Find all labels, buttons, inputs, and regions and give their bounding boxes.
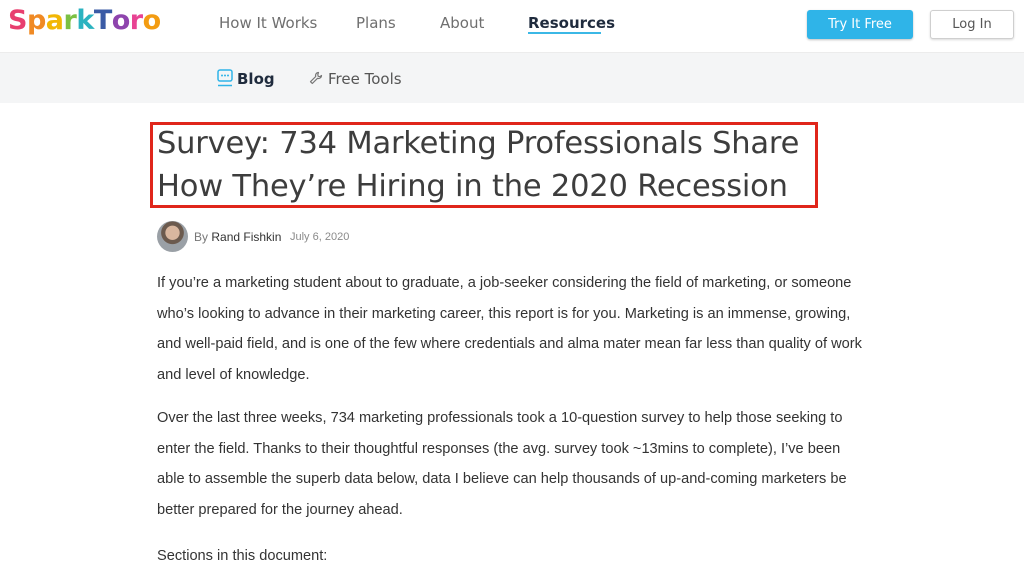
logo-letter: r	[129, 5, 143, 36]
chat-bubble-icon	[217, 69, 233, 92]
logo-letter: k	[76, 5, 94, 36]
wrench-icon	[309, 71, 323, 90]
byline: By Rand Fishkin	[194, 230, 281, 244]
publish-date: July 6, 2020	[290, 231, 350, 243]
logo-letter: p	[26, 5, 46, 36]
subnav-free-tools[interactable]: Free Tools	[328, 70, 402, 88]
logo-letter: T	[93, 5, 112, 36]
logo-letter: S	[8, 5, 27, 36]
top-navigation: SparkToro How It Works Plans About Resou…	[0, 0, 1024, 52]
author-name[interactable]: Rand Fishkin	[211, 230, 281, 244]
logo-letter: o	[111, 5, 131, 36]
nav-resources[interactable]: Resources	[528, 14, 615, 32]
article-paragraph: If you’re a marketing student about to g…	[157, 275, 862, 383]
logo-letter: a	[45, 5, 64, 36]
byline-by: By	[194, 230, 209, 244]
article-paragraph: Over the last three weeks, 734 marketing…	[157, 410, 847, 518]
resources-subnav: Blog Free Tools	[0, 52, 1024, 103]
try-it-free-button[interactable]: Try It Free	[807, 10, 913, 39]
subnav-blog[interactable]: Blog	[237, 70, 275, 88]
nav-plans[interactable]: Plans	[356, 14, 396, 32]
logo-letter: r	[63, 5, 77, 36]
nav-about[interactable]: About	[440, 14, 484, 32]
article-title: Survey: 734 Marketing Professionals Shar…	[157, 126, 800, 204]
sparktoro-logo[interactable]: SparkToro	[8, 5, 161, 36]
nav-how-it-works[interactable]: How It Works	[219, 14, 317, 32]
logo-letter: o	[142, 5, 162, 36]
sections-label: Sections in this document:	[157, 548, 328, 564]
author-avatar[interactable]	[157, 221, 188, 252]
log-in-button[interactable]: Log In	[930, 10, 1014, 39]
active-nav-underline	[528, 32, 601, 34]
